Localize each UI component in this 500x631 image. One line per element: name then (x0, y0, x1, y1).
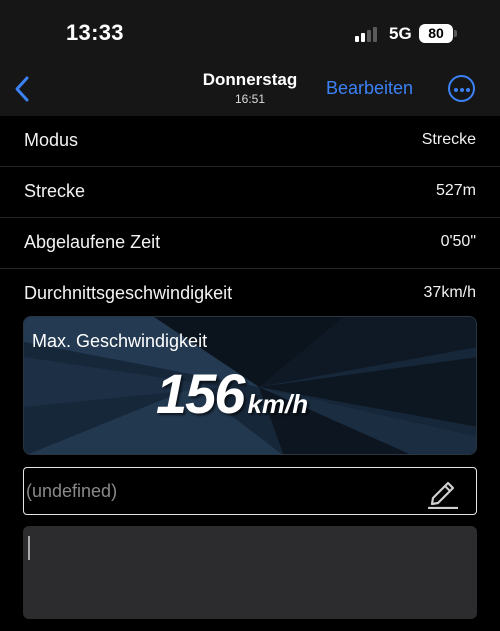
more-button[interactable] (448, 75, 475, 102)
detail-value: 527m (435, 182, 476, 199)
battery-icon: 80 (419, 24, 453, 43)
detail-label: Abgelaufene Zeit (24, 232, 161, 252)
detail-value: 37km/h (423, 284, 476, 301)
pencil-icon (428, 481, 458, 510)
detail-value: Strecke (421, 131, 476, 148)
note-textarea[interactable] (23, 526, 477, 619)
title-placeholder: (undefined) (26, 481, 118, 501)
edit-button[interactable]: Bearbeiten (326, 78, 413, 99)
max-speed-number: 156 (156, 362, 245, 425)
max-speed-label: Max. Geschwindigkeit (32, 331, 208, 351)
page-subtitle: 16:51 (234, 92, 266, 106)
title-field[interactable]: (undefined) (23, 467, 477, 515)
cellular-signal-icon (355, 27, 381, 42)
battery-cap (454, 30, 457, 37)
detail-label: Modus (24, 130, 79, 150)
detail-row-elapsed-time: Abgelaufene Zeit 0'50" (0, 218, 500, 269)
back-button[interactable] (12, 72, 36, 106)
text-caret (28, 536, 30, 560)
detail-row-mode: Modus Strecke (0, 116, 500, 167)
max-speed-card: Max. Geschwindigkeit 156 km/h (23, 316, 477, 455)
detail-row-average-speed: Durchnittsgeschwindigkeit 37km/h (0, 269, 500, 320)
status-time: 13:33 (66, 20, 124, 45)
detail-label: Strecke (24, 181, 86, 201)
nav-bar: Donnerstag 16:51 Bearbeiten (0, 64, 500, 116)
status-bar: 13:33 5G 80 (0, 0, 500, 64)
detail-row-distance: Strecke 527m (0, 167, 500, 218)
chevron-left-icon (15, 76, 29, 102)
network-type: 5G (389, 24, 412, 43)
page-title: Donnerstag (202, 70, 298, 89)
max-speed-value: 156 km/h (156, 361, 308, 426)
detail-value: 0'50" (440, 233, 476, 250)
edit-title-button[interactable] (426, 475, 460, 510)
max-speed-unit: km/h (247, 389, 309, 419)
detail-label: Durchnittsgeschwindigkeit (24, 283, 233, 303)
